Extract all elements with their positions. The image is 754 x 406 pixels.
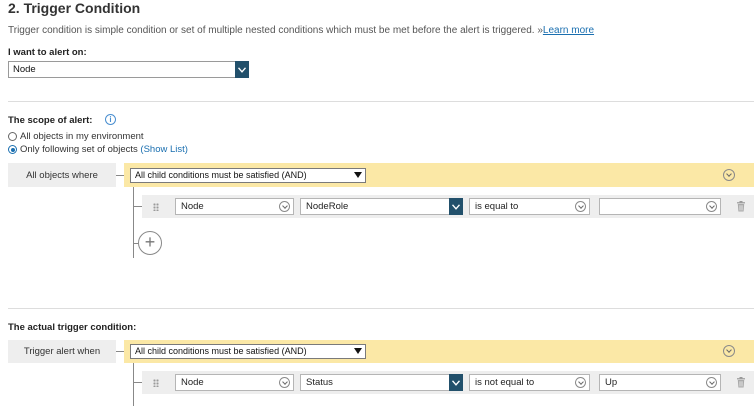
trigger-label: The actual trigger condition: (8, 322, 137, 333)
trigger-condition-row: Node Status is not equal to Up (142, 371, 754, 394)
radio-all-objects[interactable]: All objects in my environment (8, 131, 144, 142)
trigger-object-value: Node (181, 377, 204, 388)
chevron-down-icon (449, 198, 463, 215)
radio-following-input[interactable] (8, 145, 17, 154)
scope-object-select[interactable]: Node (175, 198, 294, 215)
tree-connector (133, 363, 134, 406)
chevron-down-circle-icon[interactable] (723, 169, 735, 181)
trigger-property-select[interactable]: Status (300, 374, 463, 391)
chevron-down-icon (449, 374, 463, 391)
section-description: Trigger condition is simple condition or… (8, 25, 594, 36)
caret-down-icon (354, 348, 362, 354)
scope-property-select[interactable]: NodeRole (300, 198, 463, 215)
chevron-down-icon (235, 61, 249, 78)
trigger-operator-select[interactable]: is not equal to (469, 374, 590, 391)
scope-property-value: NodeRole (306, 201, 349, 212)
chevron-down-circle-icon (279, 377, 290, 388)
trash-icon[interactable] (736, 201, 746, 212)
tree-connector (133, 206, 142, 207)
scope-group-select-value: All child conditions must be satisfied (… (135, 170, 307, 180)
drag-handle-icon[interactable] (153, 203, 159, 211)
tree-connector (133, 382, 142, 383)
radio-all-input[interactable] (8, 132, 17, 141)
scope-label: The scope of alert: (8, 115, 93, 126)
tree-connector (133, 187, 134, 258)
alert-on-select[interactable]: Node (8, 61, 249, 78)
trigger-property-value: Status (306, 377, 333, 388)
scope-value-select[interactable] (599, 198, 721, 215)
divider (8, 308, 754, 309)
scope-operator-select[interactable]: is equal to (469, 198, 590, 215)
trigger-value-select[interactable]: Up (599, 374, 721, 391)
chevron-down-circle-icon (575, 201, 586, 212)
drag-handle-icon[interactable] (153, 379, 159, 387)
chevron-down-circle-icon (706, 201, 717, 212)
trigger-object-select[interactable]: Node (175, 374, 294, 391)
caret-down-icon (354, 172, 362, 178)
radio-following-label: Only following set of objects (20, 144, 138, 155)
trigger-group-select[interactable]: All child conditions must be satisfied (… (130, 344, 366, 359)
tree-connector (116, 175, 124, 176)
trigger-operator-value: is not equal to (475, 377, 535, 388)
scope-group-label: All objects where (8, 163, 116, 187)
alert-on-label: I want to alert on: (8, 47, 87, 58)
alert-on-value: Node (13, 64, 36, 75)
trigger-value-value: Up (605, 377, 618, 388)
divider (8, 101, 754, 102)
scope-group-select[interactable]: All child conditions must be satisfied (… (130, 168, 366, 183)
add-circle-icon[interactable]: + (138, 231, 162, 255)
scope-object-value: Node (181, 201, 204, 212)
chevron-down-circle-icon (706, 377, 717, 388)
show-list-link[interactable]: (Show List) (140, 144, 188, 155)
section-title: 2. Trigger Condition (8, 0, 141, 16)
radio-all-label: All objects in my environment (20, 131, 144, 142)
trigger-group-select-value: All child conditions must be satisfied (… (135, 346, 307, 356)
scope-condition-row: Node NodeRole is equal to (142, 195, 754, 218)
info-icon[interactable]: i (105, 114, 116, 125)
chevron-down-circle-icon (575, 377, 586, 388)
tree-connector (116, 351, 124, 352)
scope-operator-value: is equal to (475, 201, 519, 212)
radio-following-objects[interactable]: Only following set of objects (Show List… (8, 144, 188, 155)
description-text: Trigger condition is simple condition or… (8, 25, 535, 36)
learn-more-link[interactable]: Learn more (543, 25, 594, 36)
trash-icon[interactable] (736, 377, 746, 388)
trigger-group-label: Trigger alert when (8, 340, 116, 363)
chevron-down-circle-icon[interactable] (723, 345, 735, 357)
chevron-down-circle-icon (279, 201, 290, 212)
